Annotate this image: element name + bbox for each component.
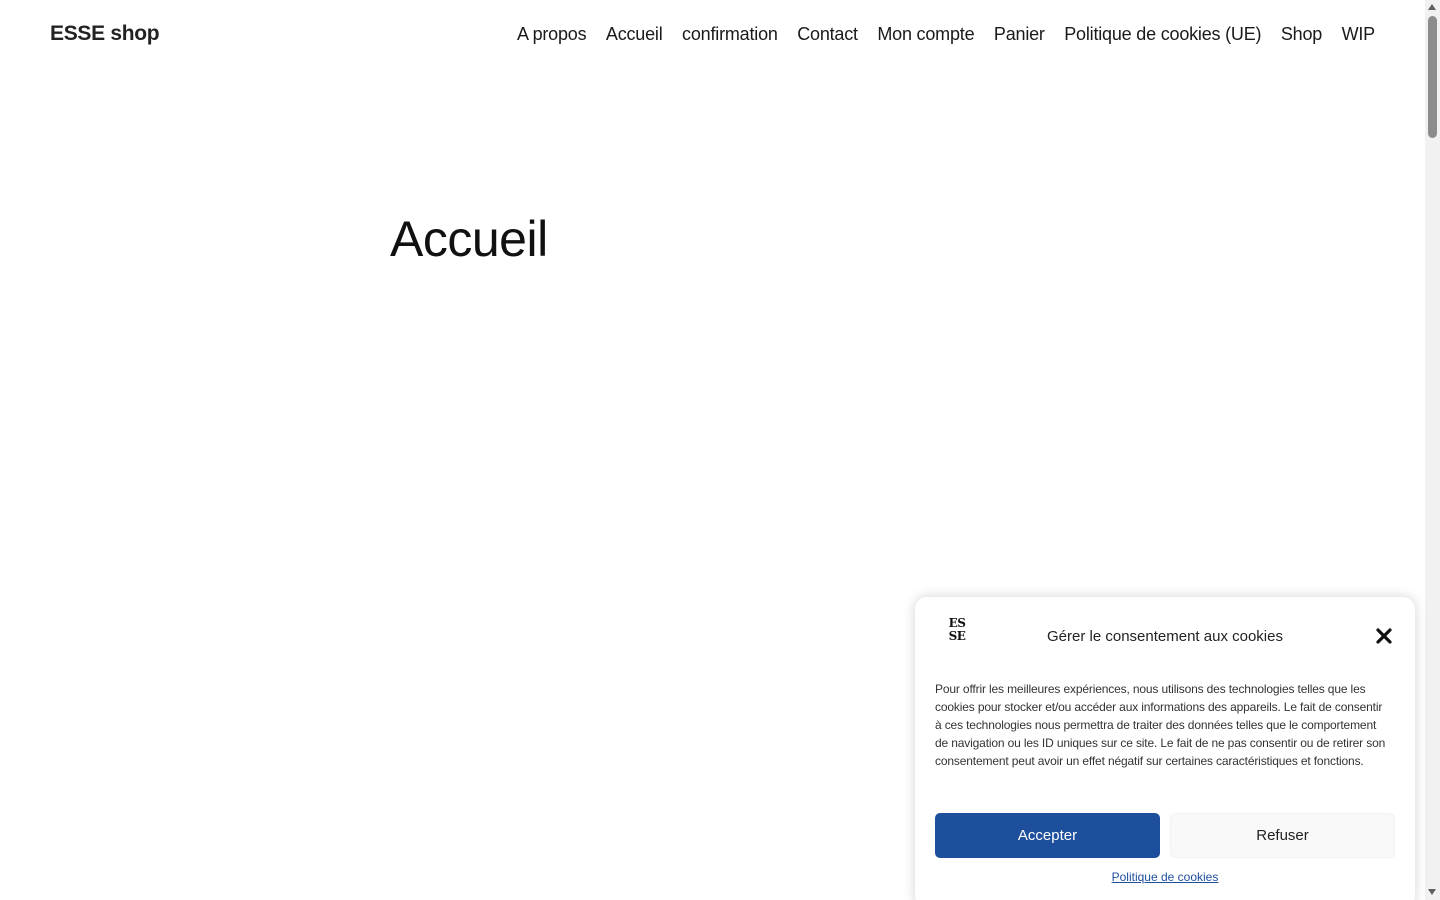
nav-item-shop[interactable]: Shop bbox=[1281, 24, 1322, 45]
nav-item-mon-compte[interactable]: Mon compte bbox=[877, 24, 974, 45]
site-header: ESSE shop A propos Accueil confirmation … bbox=[0, 0, 1425, 72]
cookie-consent-banner: ES SE Gérer le consentement aux cookies … bbox=[915, 597, 1415, 900]
cookie-policy-container: Politique de cookies bbox=[915, 868, 1415, 886]
nav-item-accueil[interactable]: Accueil bbox=[606, 24, 663, 45]
close-icon[interactable] bbox=[1373, 625, 1395, 647]
nav-item-contact[interactable]: Contact bbox=[797, 24, 858, 45]
refuse-cookies-button[interactable]: Refuser bbox=[1170, 813, 1395, 858]
cookie-policy-link[interactable]: Politique de cookies bbox=[1112, 870, 1219, 884]
cookie-banner-message: Pour offrir les meilleures expériences, … bbox=[935, 682, 1386, 768]
scroll-up-arrow-icon[interactable] bbox=[1428, 4, 1436, 10]
vertical-scrollbar[interactable] bbox=[1425, 0, 1440, 900]
nav-item-wip[interactable]: WIP bbox=[1342, 24, 1376, 45]
nav-item-panier[interactable]: Panier bbox=[994, 24, 1045, 45]
nav-item-politique-cookies[interactable]: Politique de cookies (UE) bbox=[1064, 24, 1261, 45]
accept-cookies-button[interactable]: Accepter bbox=[935, 813, 1160, 858]
page-title: Accueil bbox=[390, 211, 548, 267]
site-title-link[interactable]: ESSE shop bbox=[50, 22, 160, 46]
nav-item-confirmation[interactable]: confirmation bbox=[682, 24, 778, 45]
scroll-down-arrow-icon[interactable] bbox=[1428, 889, 1436, 895]
scrollbar-thumb[interactable] bbox=[1428, 16, 1437, 138]
main-navigation: A propos Accueil confirmation Contact Mo… bbox=[517, 24, 1375, 45]
cookie-banner-title: Gérer le consentement aux cookies bbox=[1047, 628, 1283, 645]
nav-item-a-propos[interactable]: A propos bbox=[517, 24, 587, 45]
